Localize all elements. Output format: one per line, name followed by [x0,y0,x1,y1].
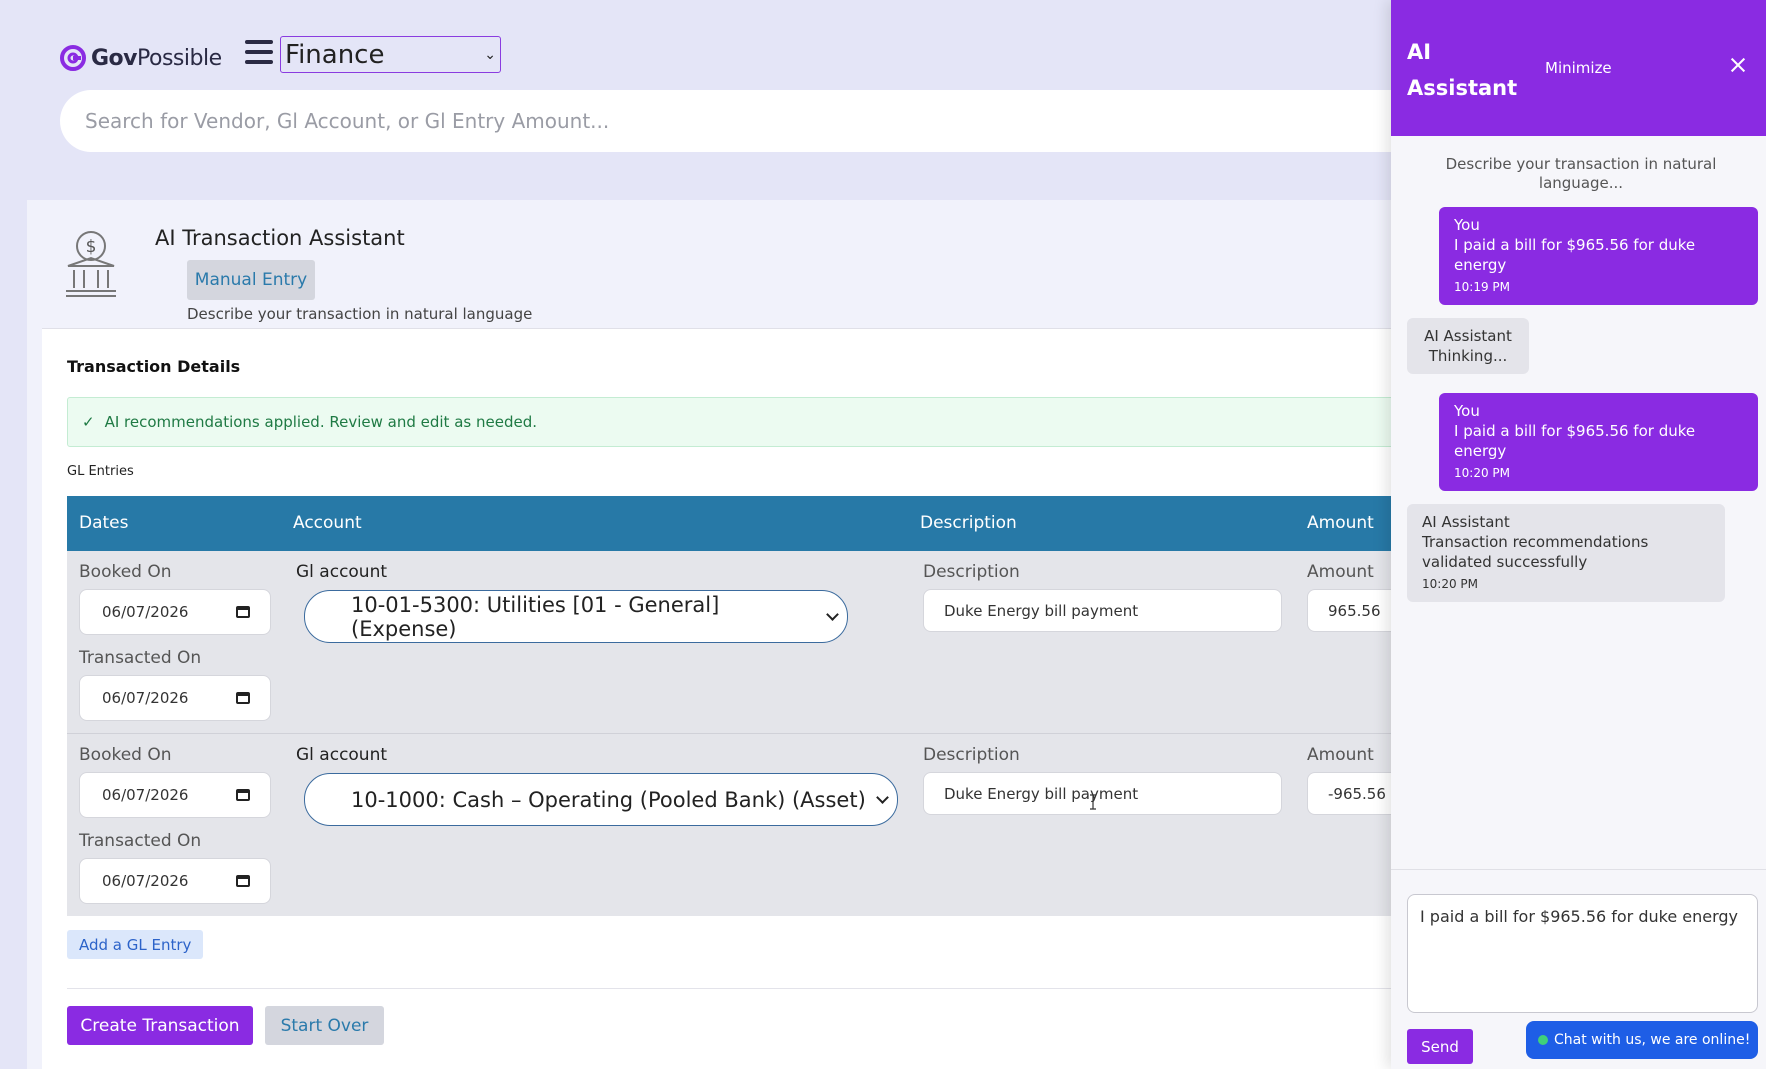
transacted-on-label: Transacted On [79,831,202,851]
divider [1391,869,1766,870]
gl-account-select[interactable]: 10-01-5300: Utilities [01 - General] (Ex… [304,590,848,643]
logo-text: GovPossible [91,45,222,71]
booked-on-label: Booked On [79,562,172,582]
search-input[interactable] [85,109,1520,133]
success-alert: ✓ AI recommendations applied. Review and… [67,397,1467,447]
gl-account-label: Gl account [296,745,388,765]
booked-on-label: Booked On [79,745,172,765]
close-icon[interactable] [1729,56,1747,74]
alert-text: AI recommendations applied. Review and e… [104,413,537,431]
transacted-on-date-input[interactable]: 06/07/2026 [79,858,271,904]
search-bar[interactable] [60,90,1520,152]
amount-label: Amount [1307,562,1374,582]
gl-entry-row: Booked On 06/07/2026 Transacted On 06/07… [67,733,1467,916]
calendar-icon[interactable] [236,789,250,801]
live-chat-label: Chat with us, we are online! [1554,1032,1751,1048]
chevron-down-icon: ⌄ [484,46,496,63]
logo-mark-icon [60,45,86,71]
add-gl-entry-button[interactable]: Add a GL Entry [67,930,204,959]
transacted-on-date-input[interactable]: 06/07/2026 [79,675,271,721]
online-status-icon [1538,1035,1548,1045]
gl-entries-label: GL Entries [67,464,134,479]
divider [67,988,1467,989]
ai-assistant-panel: AI Assistant Minimize Describe your tran… [1391,0,1766,1069]
minimize-button[interactable]: Minimize [1545,59,1612,77]
description-label: Description [923,745,1020,765]
chevron-down-icon [826,607,839,621]
column-header-description: Description [920,513,1017,533]
live-chat-button[interactable]: Chat with us, we are online! [1526,1021,1758,1059]
description-input[interactable]: Duke Energy bill payment [923,589,1282,632]
ai-panel-title: AI Assistant [1407,40,1518,100]
page-title: AI Transaction Assistant [155,226,405,250]
chat-message-user: You I paid a bill for $965.56 for duke e… [1439,207,1758,305]
logo[interactable]: GovPossible [59,44,222,72]
booked-on-date-input[interactable]: 06/07/2026 [79,589,271,635]
ai-hint-text: Describe your transaction in natural lan… [1445,155,1717,192]
manual-entry-button[interactable]: Manual Entry [187,260,315,300]
transacted-on-label: Transacted On [79,648,202,668]
chat-message-user: You I paid a bill for $965.56 for duke e… [1439,393,1758,491]
column-header-account: Account [293,513,362,533]
module-select[interactable]: Finance ⌄ [280,36,501,73]
chat-message-assistant: AI Assistant Transaction recommendations… [1407,504,1725,602]
calendar-icon[interactable] [236,692,250,704]
description-input[interactable]: Duke Energy bill payment [923,772,1282,815]
chat-message-assistant: AI Assistant Thinking... [1407,318,1529,374]
bank-icon: $ [66,231,116,297]
column-header-dates: Dates [79,513,129,533]
gl-account-label: Gl account [296,562,388,582]
svg-text:$: $ [86,237,97,257]
gl-entry-row: Booked On 06/07/2026 Transacted On 06/07… [67,551,1467,733]
ai-panel-header: AI Assistant Minimize [1391,0,1766,136]
ai-message-input[interactable]: I paid a bill for $965.56 for duke energ… [1407,894,1758,1013]
start-over-button[interactable]: Start Over [265,1006,384,1045]
send-button[interactable]: Send [1407,1029,1473,1064]
text-cursor-icon [1090,794,1096,810]
page-subtitle: Describe your transaction in natural lan… [187,305,533,323]
calendar-icon[interactable] [236,875,250,887]
booked-on-date-input[interactable]: 06/07/2026 [79,772,271,818]
chevron-down-icon [876,790,889,804]
section-title: Transaction Details [67,357,241,376]
check-icon: ✓ [82,413,95,431]
column-header-amount: Amount [1307,513,1374,533]
description-label: Description [923,562,1020,582]
calendar-icon[interactable] [236,606,250,618]
gl-account-select[interactable]: 10-1000: Cash – Operating (Pooled Bank) … [304,773,898,826]
menu-icon[interactable] [245,40,273,64]
create-transaction-button[interactable]: Create Transaction [67,1006,253,1045]
module-select-value: Finance [285,39,385,70]
table-header: Dates Account Description Amount [67,496,1467,551]
amount-label: Amount [1307,745,1374,765]
